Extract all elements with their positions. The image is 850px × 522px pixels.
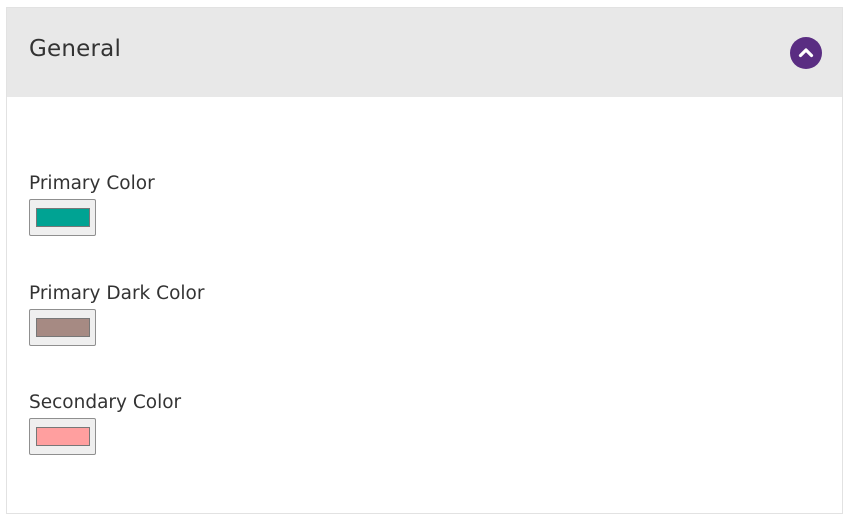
color-swatch xyxy=(35,318,90,337)
field-label: Primary Dark Color xyxy=(29,283,205,304)
panel-title: General xyxy=(29,36,122,62)
color-swatch xyxy=(35,208,90,227)
chevron-up-icon xyxy=(790,37,822,69)
color-picker-button[interactable] xyxy=(29,309,96,346)
general-settings-panel: General Primary Color Primary Dark Color… xyxy=(6,7,843,514)
field-primary-color: Primary Color xyxy=(29,173,155,236)
field-primary-dark-color: Primary Dark Color xyxy=(29,283,204,346)
color-picker-button[interactable] xyxy=(29,199,96,236)
panel-header[interactable]: General xyxy=(7,8,842,97)
field-secondary-color: Secondary Color xyxy=(29,392,181,455)
color-picker-button[interactable] xyxy=(29,418,96,455)
field-label: Primary Color xyxy=(29,173,155,194)
collapse-button[interactable] xyxy=(790,37,822,69)
color-swatch xyxy=(35,427,90,446)
field-label: Secondary Color xyxy=(29,392,182,413)
